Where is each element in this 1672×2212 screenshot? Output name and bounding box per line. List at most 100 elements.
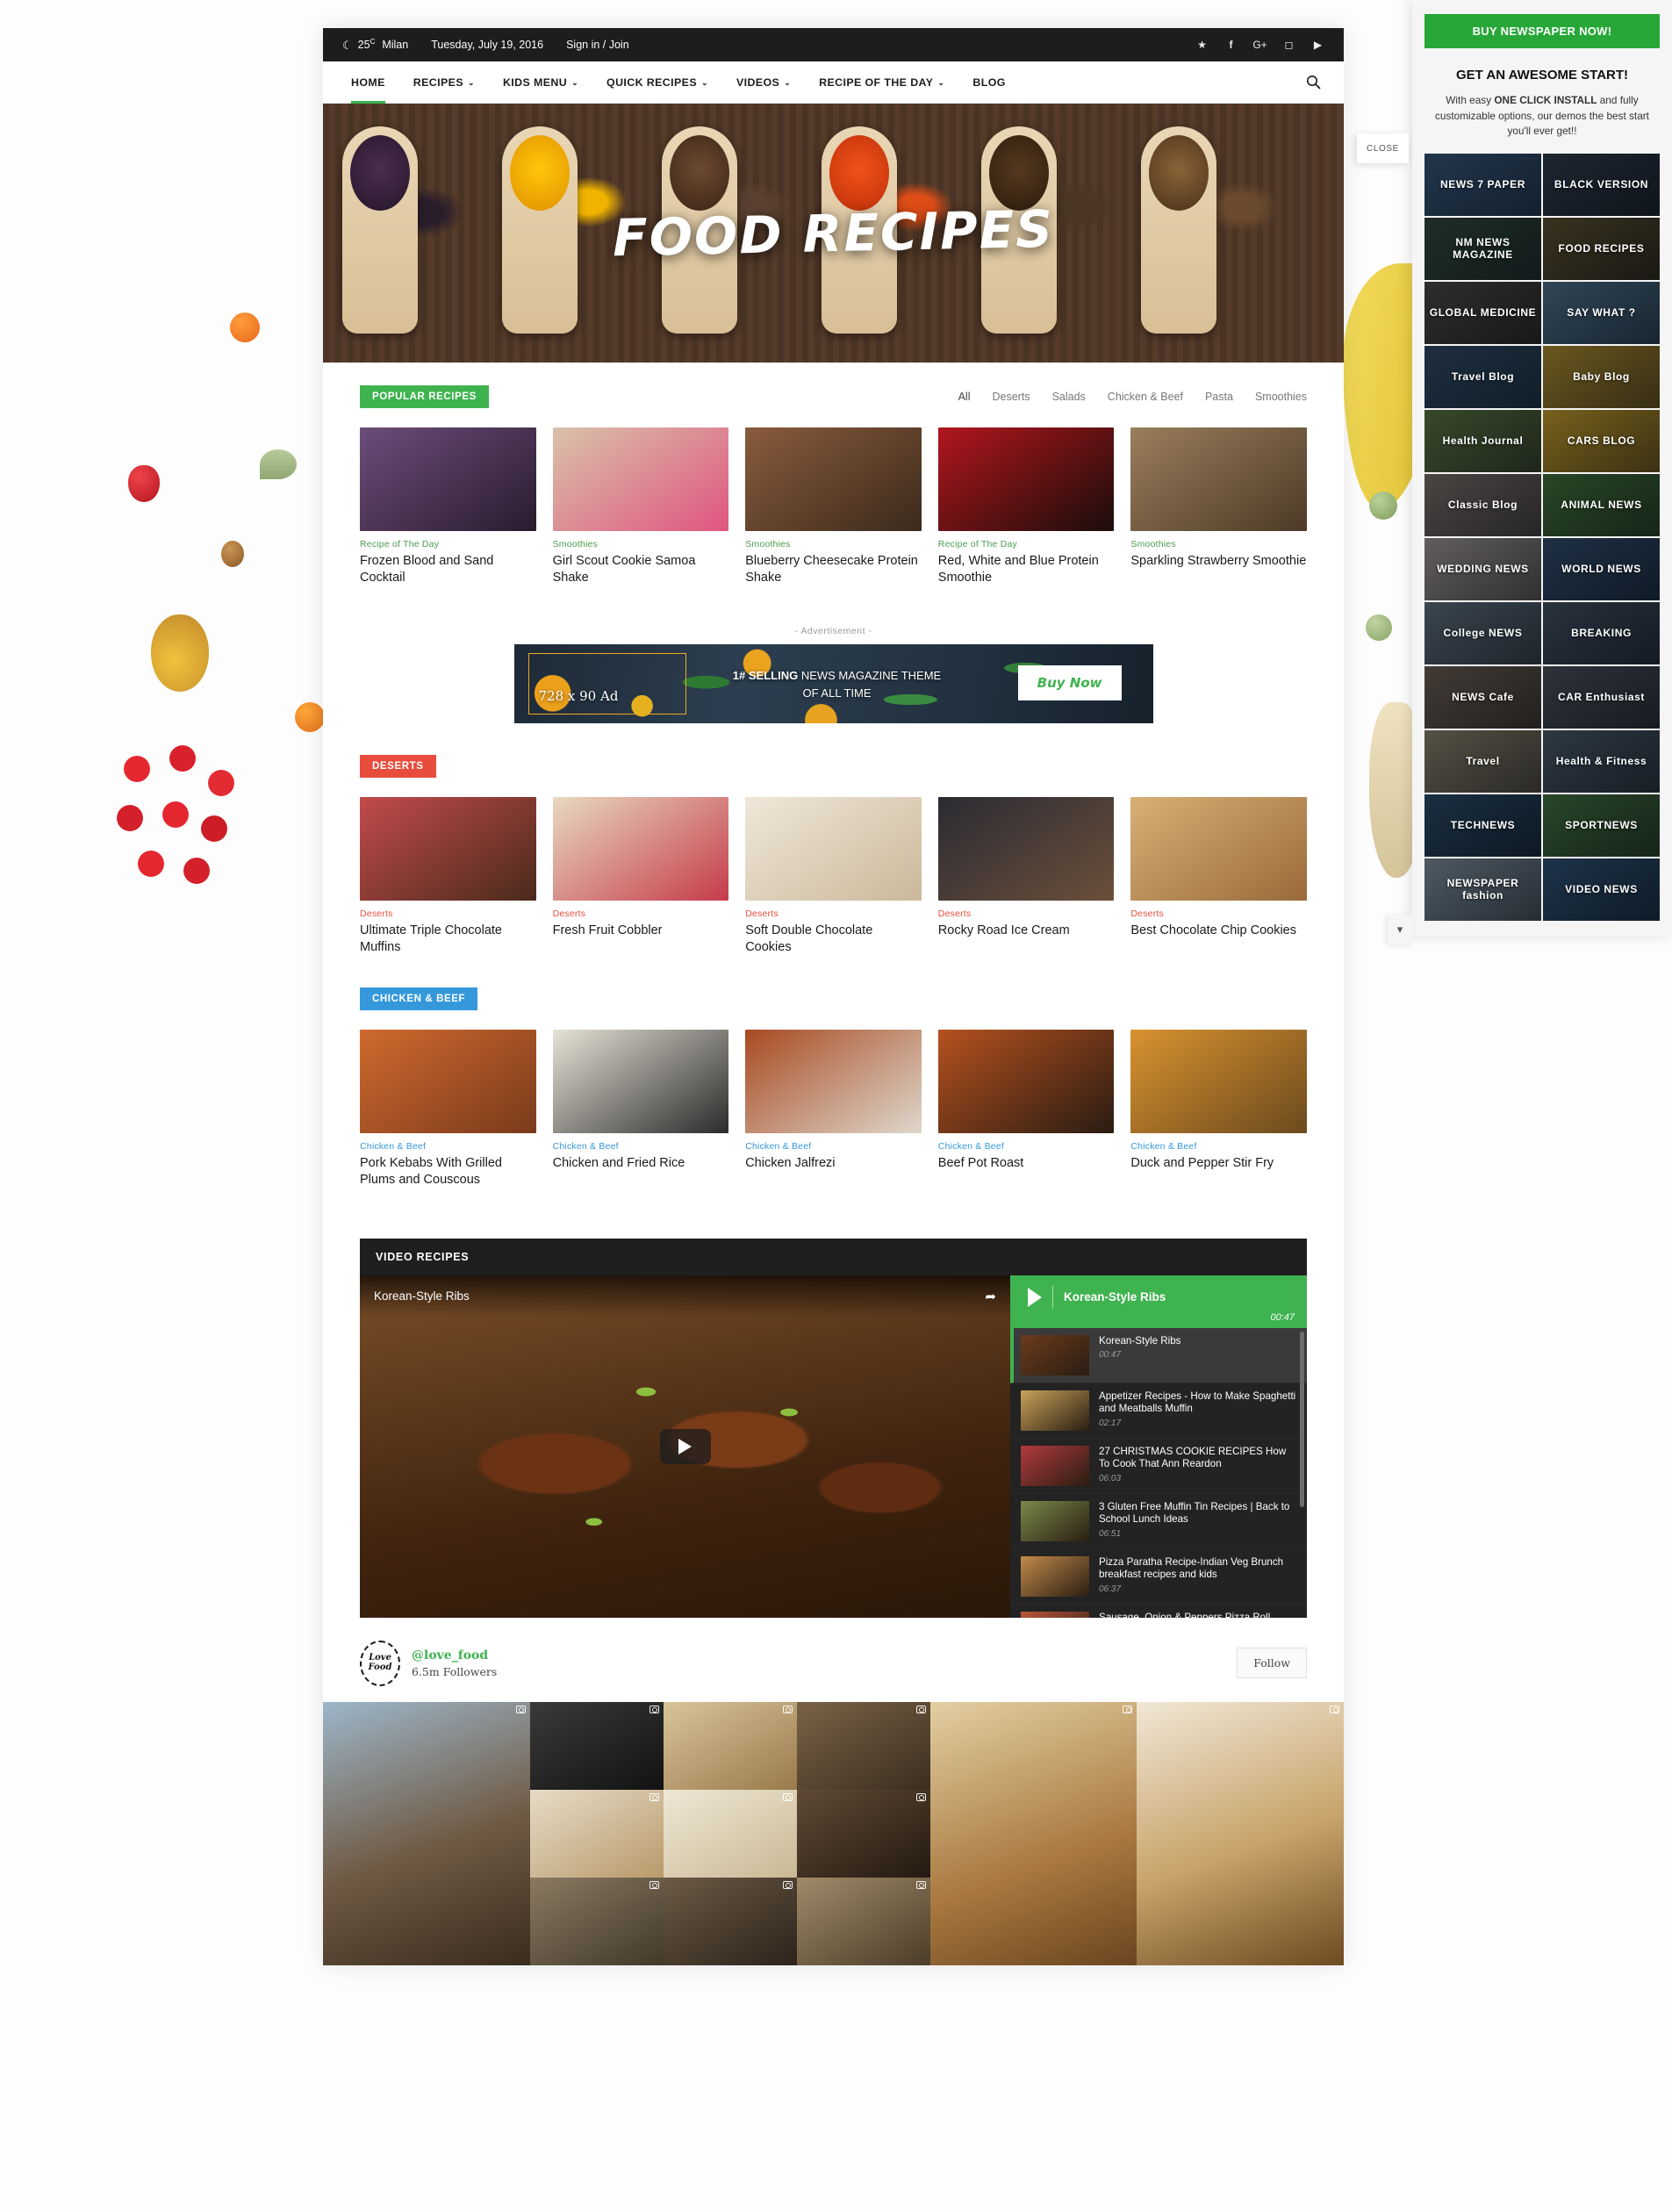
recipe-category[interactable]: Deserts [745,908,922,919]
recipe-card[interactable]: Chicken & Beef Duck and Pepper Stir Fry [1130,1030,1307,1189]
instagram-photo[interactable] [796,1789,930,1878]
playlist-item[interactable]: 27 CHRISTMAS COOKIE RECIPES How To Cook … [1010,1439,1307,1494]
demo-thumbnail[interactable]: VIDEO NEWS [1543,858,1660,922]
recipe-category[interactable]: Smoothies [1130,539,1307,549]
instagram-photo[interactable] [529,1789,664,1878]
instagram-photo[interactable] [929,1701,1137,1965]
recipe-title[interactable]: Rocky Road Ice Cream [938,923,1115,939]
close-panel-button[interactable]: CLOSE [1357,133,1409,163]
recipe-title[interactable]: Best Chocolate Chip Cookies [1130,923,1307,939]
demo-thumbnail[interactable]: NEWS 7 PAPER [1424,154,1541,217]
recipe-category[interactable]: Deserts [938,908,1115,919]
recipe-title[interactable]: Frozen Blood and Sand Cocktail [360,553,536,587]
instagram-photo[interactable] [663,1789,797,1878]
demo-thumbnail[interactable]: GLOBAL MEDICINE [1424,282,1541,345]
demo-thumbnail[interactable]: BLACK VERSION [1543,154,1660,217]
recipe-title[interactable]: Duck and Pepper Stir Fry [1130,1155,1307,1172]
filter-tab-salads[interactable]: Salads [1052,391,1086,403]
recipe-title[interactable]: Chicken and Fried Rice [553,1155,729,1172]
demo-thumbnail[interactable]: CARS BLOG [1543,410,1660,473]
google-plus-icon[interactable]: G+ [1252,39,1267,52]
menu-item-blog[interactable]: BLOG [958,61,1019,104]
recipe-card[interactable]: Deserts Best Chocolate Chip Cookies [1130,796,1307,957]
recipe-title[interactable]: Girl Scout Cookie Samoa Shake [553,553,729,587]
recipe-card[interactable]: Deserts Ultimate Triple Chocolate Muffins [360,796,536,957]
filter-tab-deserts[interactable]: Deserts [992,391,1030,403]
ad-buy-now-button[interactable]: Buy Now [1017,664,1122,700]
instagram-photo[interactable] [323,1701,530,1965]
recipe-card[interactable]: Chicken & Beef Pork Kebabs With Grilled P… [360,1030,536,1189]
buy-newspaper-button[interactable]: BUY NEWSPAPER NOW! [1424,14,1660,48]
recipe-title[interactable]: Ultimate Triple Chocolate Muffins [360,923,536,957]
recipe-card[interactable]: Chicken & Beef Beef Pot Roast [937,1030,1115,1189]
recipe-category[interactable]: Deserts [360,908,536,919]
instagram-photo[interactable] [796,1701,930,1790]
playlist-item[interactable]: 3 Gluten Free Muffin Tin Recipes | Back … [1010,1494,1307,1549]
instagram-photo[interactable] [663,1701,797,1790]
demo-thumbnail[interactable]: FOOD RECIPES [1543,218,1660,281]
recipe-title[interactable]: Soft Double Chocolate Cookies [745,923,922,957]
recipe-title[interactable]: Red, White and Blue Protein Smoothie [938,553,1115,587]
instagram-follow-button[interactable]: Follow [1237,1648,1307,1679]
demo-thumbnail[interactable]: TECHNEWS [1424,794,1541,858]
filter-tab-pasta[interactable]: Pasta [1205,391,1233,403]
recipe-title[interactable]: Fresh Fruit Cobbler [553,923,729,939]
demo-thumbnail[interactable]: SAY WHAT ? [1543,282,1660,345]
recipe-card[interactable]: Recipe of The Day Red, White and Blue Pro… [937,427,1115,587]
facebook-icon[interactable]: f [1224,39,1238,52]
playlist-item[interactable]: Sausage, Onion & Peppers Pizza Roll [1010,1605,1307,1618]
menu-item-recipes[interactable]: RECIPES ⌄ [399,61,489,104]
demo-thumbnail[interactable]: SPORTNEWS [1543,794,1660,858]
demo-thumbnail[interactable]: BREAKING [1543,602,1660,665]
demo-thumbnail[interactable]: WORLD NEWS [1543,538,1660,601]
recipe-card[interactable]: Chicken & Beef Chicken and Fried Rice [552,1030,729,1189]
sign-in-join-link[interactable]: Sign in / Join [566,39,629,51]
filter-tab-all[interactable]: All [958,391,971,403]
instagram-photo[interactable] [1137,1701,1344,1965]
video-player[interactable]: Korean-Style Ribs ➦ [360,1275,1010,1618]
filter-tab-smoothies[interactable]: Smoothies [1255,391,1307,403]
demo-thumbnail[interactable]: Classic Blog [1424,474,1541,537]
advertisement-banner[interactable]: 728 x 90 Ad 1# SELLING NEWS MAGAZINE THE… [513,643,1153,723]
recipe-title[interactable]: Blueberry Cheesecake Protein Shake [745,553,922,587]
share-icon[interactable]: ➦ [985,1289,996,1304]
instagram-photo[interactable] [529,1701,664,1790]
search-icon[interactable] [1302,71,1324,94]
instagram-photo[interactable] [663,1877,797,1965]
recipe-card[interactable]: Smoothies Sparkling Strawberry Smoothie [1130,427,1307,587]
recipe-title[interactable]: Chicken Jalfrezi [745,1155,922,1172]
recipe-category[interactable]: Chicken & Beef [745,1141,922,1152]
chevron-down-icon[interactable]: ▾ [1388,915,1412,944]
demo-thumbnail[interactable]: College NEWS [1424,602,1541,665]
demo-thumbnail[interactable]: NM NEWS MAGAZINE [1424,218,1541,281]
instagram-icon[interactable]: ◻ [1282,39,1295,52]
recipe-card[interactable]: Deserts Rocky Road Ice Cream [937,796,1115,957]
youtube-icon[interactable]: ▶ [1311,39,1324,52]
playlist-scrollbar[interactable] [1300,1331,1304,1507]
demo-thumbnail[interactable]: ANIMAL NEWS [1543,474,1660,537]
instagram-photo[interactable] [529,1877,664,1965]
menu-item-videos[interactable]: VIDEOS ⌄ [722,61,805,104]
filter-tab-chicken-beef[interactable]: Chicken & Beef [1108,391,1183,403]
demo-thumbnail[interactable]: Travel Blog [1424,346,1541,409]
recipe-title[interactable]: Beef Pot Roast [938,1155,1115,1172]
recipe-card[interactable]: Deserts Soft Double Chocolate Cookies [745,796,922,957]
recipe-card[interactable]: Chicken & Beef Chicken Jalfrezi [745,1030,922,1189]
instagram-handle[interactable]: @love_food [412,1648,497,1663]
recipe-category[interactable]: Deserts [1130,908,1307,919]
playlist-item[interactable]: Korean-Style Ribs 00:47 [1010,1327,1307,1383]
playlist-item[interactable]: Appetizer Recipes - How to Make Spaghett… [1010,1383,1307,1439]
playlist-items[interactable]: Korean-Style Ribs 00:47 Appetizer Recipes … [1010,1327,1307,1618]
vimeo-icon[interactable]: ★ [1195,39,1209,52]
demo-thumbnail[interactable]: Health & Fitness [1543,730,1660,794]
recipe-category[interactable]: Chicken & Beef [938,1141,1115,1152]
recipe-card[interactable]: Recipe of The Day Frozen Blood and Sand C… [360,427,536,587]
demo-thumbnail[interactable]: Baby Blog [1543,346,1660,409]
menu-item-kids-menu[interactable]: KIDS MENU ⌄ [489,61,592,104]
demo-thumbnail[interactable]: NEWSPAPER fashion [1424,858,1541,922]
recipe-category[interactable]: Smoothies [553,539,729,549]
recipe-card[interactable]: Smoothies Girl Scout Cookie Samoa Shake [552,427,729,587]
demo-thumbnail[interactable]: Travel [1424,730,1541,794]
play-icon[interactable] [1028,1287,1042,1307]
playlist-item[interactable]: Pizza Paratha Recipe-Indian Veg Brunch b… [1010,1549,1307,1605]
